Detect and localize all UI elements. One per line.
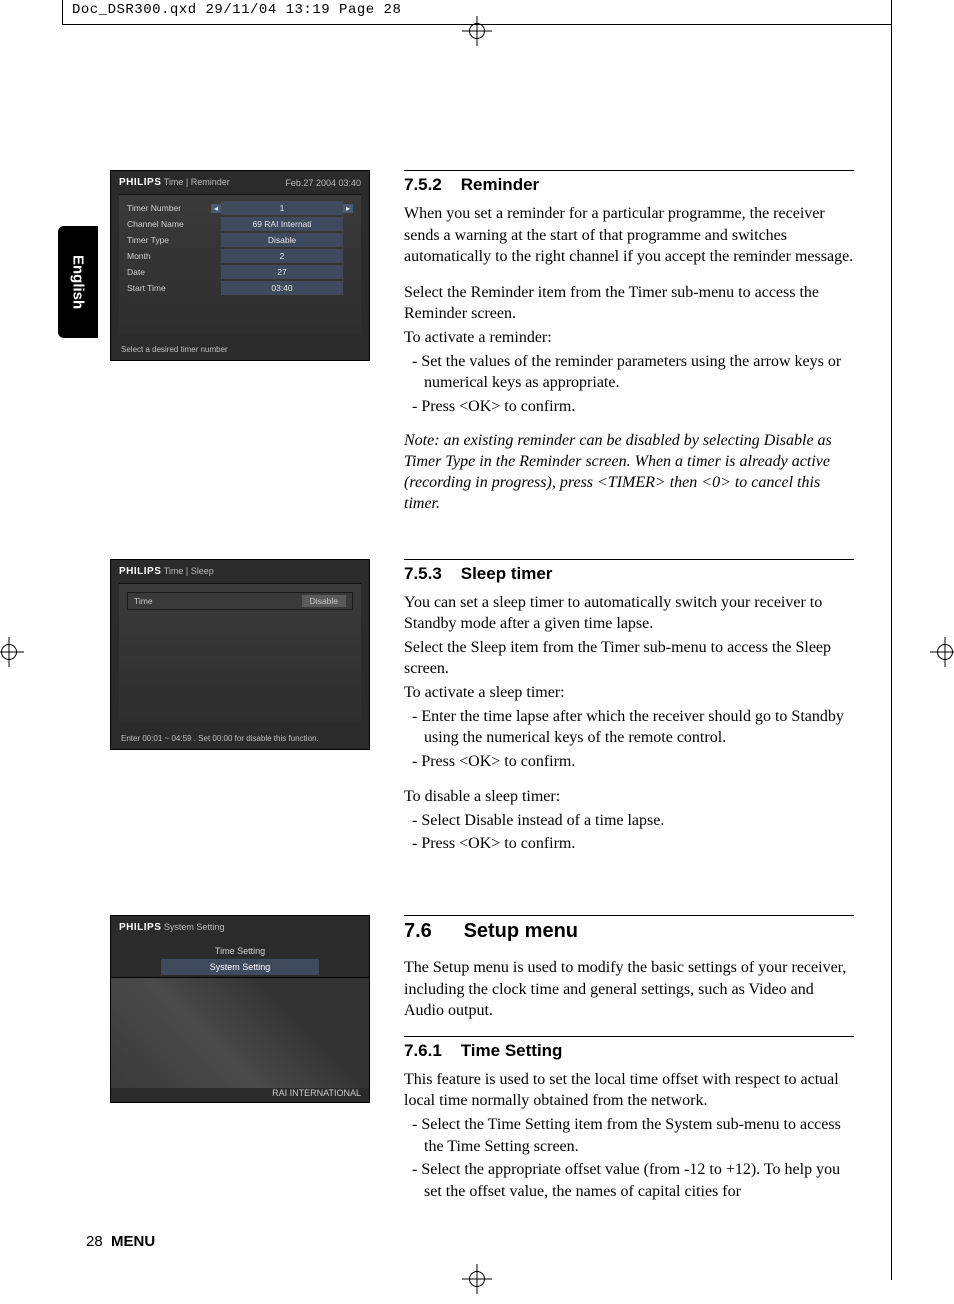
heading-752: 7.5.2 Reminder — [404, 175, 854, 195]
ss-val-channel: 69 RAI Internati — [221, 217, 343, 231]
list-item: Enter the time lapse after which the rec… — [404, 706, 854, 749]
list: Select the Time Setting item from the Sy… — [404, 1114, 854, 1202]
ss-val-month: 2 — [221, 249, 343, 263]
ss-label-date: Date — [127, 267, 211, 277]
ss-brand: PHILIPS — [119, 922, 161, 933]
heading-num: 7.5.3 — [404, 564, 456, 584]
ss-label-time: Time — [134, 596, 153, 606]
chevron-right-icon: ▸ — [343, 204, 353, 213]
print-header: Doc_DSR300.qxd 29/11/04 13:19 Page 28 — [72, 2, 401, 18]
para: To activate a sleep timer: — [404, 682, 854, 704]
list: Enter the time lapse after which the rec… — [404, 706, 854, 773]
list: Set the values of the reminder parameter… — [404, 351, 854, 418]
heading-title: Time Setting — [461, 1041, 563, 1060]
list-item: Set the values of the reminder parameter… — [404, 351, 854, 394]
trim-tick-top-right — [891, 0, 892, 24]
heading-title: Setup menu — [464, 920, 578, 942]
registration-mark-left — [0, 637, 24, 667]
list-item: Press <OK> to confirm. — [404, 833, 854, 855]
registration-mark-top — [462, 16, 492, 46]
chevron-left-icon: ◂ — [211, 204, 221, 213]
para: To activate a reminder: — [404, 327, 854, 349]
heading-title: Sleep timer — [461, 564, 553, 583]
ss-hint: Select a desired timer number — [111, 341, 369, 360]
ss-brand: PHILIPS — [119, 566, 161, 577]
ss-label-channel: Channel Name — [127, 219, 211, 229]
list: Select Disable instead of a time lapse. … — [404, 810, 854, 855]
ss-brand: PHILIPS — [119, 177, 161, 188]
ss-label-month: Month — [127, 251, 211, 261]
heading-num: 7.6.1 — [404, 1041, 456, 1061]
heading-num: 7.6 — [404, 920, 458, 943]
para: To disable a sleep timer: — [404, 786, 854, 808]
ss-val-timer-type: Disable — [221, 233, 343, 247]
ss-val-time: Disable — [302, 595, 346, 607]
page: Doc_DSR300.qxd 29/11/04 13:19 Page 28 En… — [0, 0, 954, 1304]
list-item: Press <OK> to confirm. — [404, 751, 854, 773]
section-752: PHILIPS Time | Reminder Feb.27 2004 03:4… — [110, 170, 854, 531]
heading-761: 7.6.1 Time Setting — [404, 1041, 854, 1061]
heading-title: Reminder — [461, 175, 539, 194]
para: You can set a sleep timer to automatical… — [404, 592, 854, 635]
screenshot-sleep: PHILIPS Time | Sleep Time Disable Enter … — [110, 559, 370, 750]
heading-num: 7.5.2 — [404, 175, 456, 195]
section-753: PHILIPS Time | Sleep Time Disable Enter … — [110, 559, 854, 870]
list-item: Press <OK> to confirm. — [404, 396, 854, 418]
para: When you set a reminder for a particular… — [404, 203, 854, 268]
menu-item-time-setting: Time Setting — [161, 943, 319, 959]
para: The Setup menu is used to modify the bas… — [404, 957, 854, 1022]
ss-label-timer-number: Timer Number — [127, 203, 211, 213]
page-content: PHILIPS Time | Reminder Feb.27 2004 03:4… — [110, 170, 854, 1244]
registration-mark-bottom — [462, 1264, 492, 1294]
language-tab-text: English — [70, 255, 87, 309]
ss-breadcrumb: Time | Sleep — [164, 566, 214, 576]
list-item: Select Disable instead of a time lapse. — [404, 810, 854, 832]
para: This feature is used to set the local ti… — [404, 1069, 854, 1112]
page-footer: 28 MENU — [86, 1233, 155, 1250]
ss-label-timer-type: Timer Type — [127, 235, 211, 245]
list-item: Select the Time Setting item from the Sy… — [404, 1114, 854, 1157]
trim-tick-top-left — [62, 0, 63, 24]
ss-hint: Enter 00:01 ~ 04:59 . Set 00:00 for disa… — [111, 730, 369, 749]
heading-76: 7.6 Setup menu — [404, 920, 854, 943]
list-item: Select the appropriate offset value (fro… — [404, 1159, 854, 1202]
language-tab: English — [58, 226, 98, 338]
ss-breadcrumb: Time | Reminder — [164, 177, 230, 187]
footer-section: MENU — [111, 1233, 155, 1250]
section-76: PHILIPS System Setting Time Setting Syst… — [110, 915, 854, 1216]
page-number: 28 — [86, 1233, 103, 1250]
heading-753: 7.5.3 Sleep timer — [404, 564, 854, 584]
ss-background-image — [111, 977, 369, 1088]
ss-channel-logo: RAI INTERNATIONAL — [111, 1088, 369, 1102]
note: Note: an existing reminder can be disabl… — [404, 431, 854, 514]
ss-breadcrumb: System Setting — [164, 922, 225, 932]
ss-label-start-time: Start Time — [127, 283, 211, 293]
para: Select the Sleep item from the Timer sub… — [404, 637, 854, 680]
screenshot-setup: PHILIPS System Setting Time Setting Syst… — [110, 915, 370, 1103]
ss-val-timer-number: 1 — [221, 201, 343, 215]
ss-datetime: Feb.27 2004 03:40 — [285, 178, 361, 188]
registration-mark-right — [930, 637, 954, 667]
ss-val-date: 27 — [221, 265, 343, 279]
menu-item-system-setting: System Setting — [161, 959, 319, 975]
trim-line-right — [891, 24, 892, 1280]
ss-val-start-time: 03:40 — [221, 281, 343, 295]
para: Select the Reminder item from the Timer … — [404, 282, 854, 325]
screenshot-reminder: PHILIPS Time | Reminder Feb.27 2004 03:4… — [110, 170, 370, 361]
